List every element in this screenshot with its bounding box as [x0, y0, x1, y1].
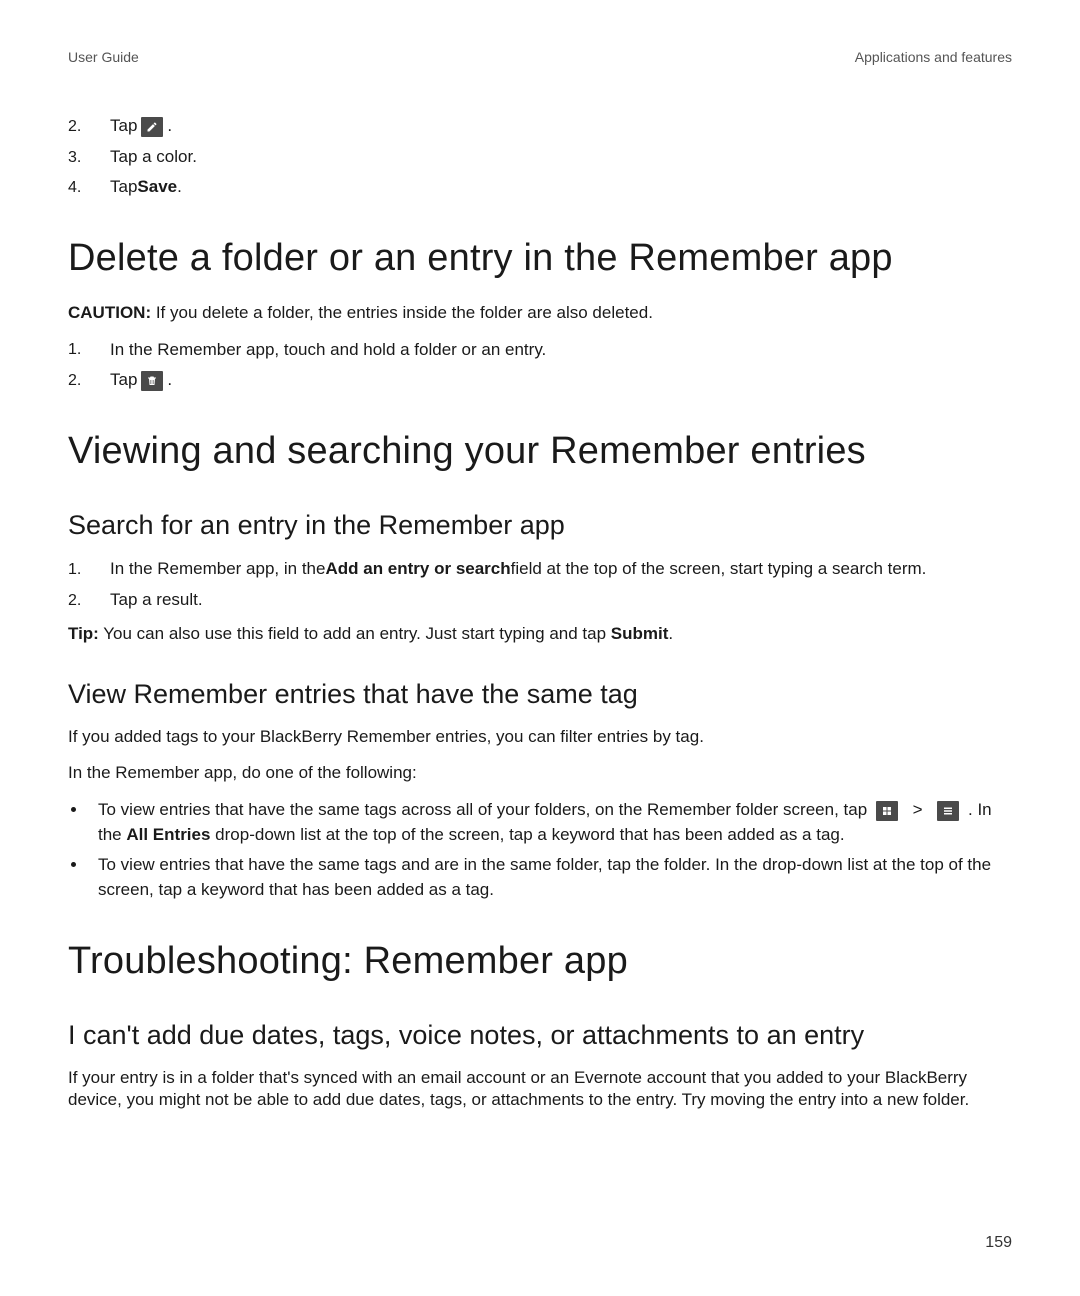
step-text: Tap — [110, 114, 137, 139]
heading-delete: Delete a folder or an entry in the Remem… — [68, 234, 1012, 283]
bullet-item: To view entries that have the same tags … — [88, 853, 1012, 902]
tip-label: Tip: — [68, 624, 99, 643]
add-entry-search-label: Add an entry or search — [325, 557, 510, 582]
step-item: 2. Tap a result. — [68, 588, 1012, 613]
heading-viewing: Viewing and searching your Remember entr… — [68, 427, 1012, 476]
separator: > — [913, 800, 928, 819]
all-entries-label: All Entries — [126, 825, 210, 844]
header-left: User Guide — [68, 48, 139, 66]
tags-bullet-list: To view entries that have the same tags … — [68, 798, 1012, 903]
page-header: User Guide Applications and features — [68, 48, 1012, 66]
step-item: 1. In the Remember app, in the Add an en… — [68, 557, 1012, 582]
step-text: Tap — [110, 175, 137, 200]
submit-label: Submit — [611, 624, 669, 643]
caution-label: CAUTION: — [68, 303, 151, 322]
step-item: 2. Tap . — [68, 368, 1012, 393]
step-number: 2. — [68, 369, 110, 392]
top-steps-list: 2. Tap . 3. Tap a color. 4. Tap Save. — [68, 114, 1012, 200]
step-number: 1. — [68, 338, 110, 361]
tip-end: . — [668, 624, 673, 643]
tip-paragraph: Tip: You can also use this field to add … — [68, 623, 1012, 645]
step-text: In the Remember app, in the — [110, 557, 325, 582]
step-text: field at the top of the screen, start ty… — [511, 557, 927, 582]
tags-intro: If you added tags to your BlackBerry Rem… — [68, 726, 1012, 748]
bullet-text: To view entries that have the same tags … — [98, 855, 991, 899]
subheading-search: Search for an entry in the Remember app — [68, 508, 1012, 543]
step-text: Tap a result. — [110, 588, 203, 613]
step-item: 2. Tap . — [68, 114, 1012, 139]
step-text: In the Remember app, touch and hold a fo… — [110, 338, 546, 363]
bullet-item: To view entries that have the same tags … — [88, 798, 1012, 847]
step-number: 3. — [68, 146, 110, 169]
bullet-text: drop-down list at the top of the screen,… — [210, 825, 844, 844]
tip-text: You can also use this field to add an en… — [99, 624, 611, 643]
edit-icon — [141, 117, 163, 137]
step-number: 4. — [68, 176, 110, 199]
step-number: 2. — [68, 589, 110, 612]
troubleshooting-text: If your entry is in a folder that's sync… — [68, 1067, 1012, 1111]
tags-lead: In the Remember app, do one of the follo… — [68, 762, 1012, 784]
header-right: Applications and features — [855, 48, 1012, 66]
delete-steps-list: 1. In the Remember app, touch and hold a… — [68, 338, 1012, 393]
step-text: Tap — [110, 368, 137, 393]
step-item: 3. Tap a color. — [68, 145, 1012, 170]
caution-paragraph: CAUTION: If you delete a folder, the ent… — [68, 302, 1012, 324]
step-text: . — [177, 175, 182, 200]
step-item: 4. Tap Save. — [68, 175, 1012, 200]
caution-text: If you delete a folder, the entries insi… — [151, 303, 653, 322]
step-number: 2. — [68, 115, 110, 138]
grid-icon — [876, 801, 898, 821]
step-text: Tap a color. — [110, 145, 197, 170]
subheading-cant-add: I can't add due dates, tags, voice notes… — [68, 1018, 1012, 1053]
save-label: Save — [137, 175, 177, 200]
step-item: 1. In the Remember app, touch and hold a… — [68, 338, 1012, 363]
delete-icon — [141, 371, 163, 391]
step-text: . — [167, 368, 172, 393]
bullet-text: To view entries that have the same tags … — [98, 800, 872, 819]
heading-troubleshooting: Troubleshooting: Remember app — [68, 937, 1012, 986]
search-steps-list: 1. In the Remember app, in the Add an en… — [68, 557, 1012, 612]
list-icon — [937, 801, 959, 821]
page-number: 159 — [985, 1233, 1012, 1254]
subheading-tags: View Remember entries that have the same… — [68, 677, 1012, 712]
step-number: 1. — [68, 558, 110, 581]
step-text: . — [167, 114, 172, 139]
